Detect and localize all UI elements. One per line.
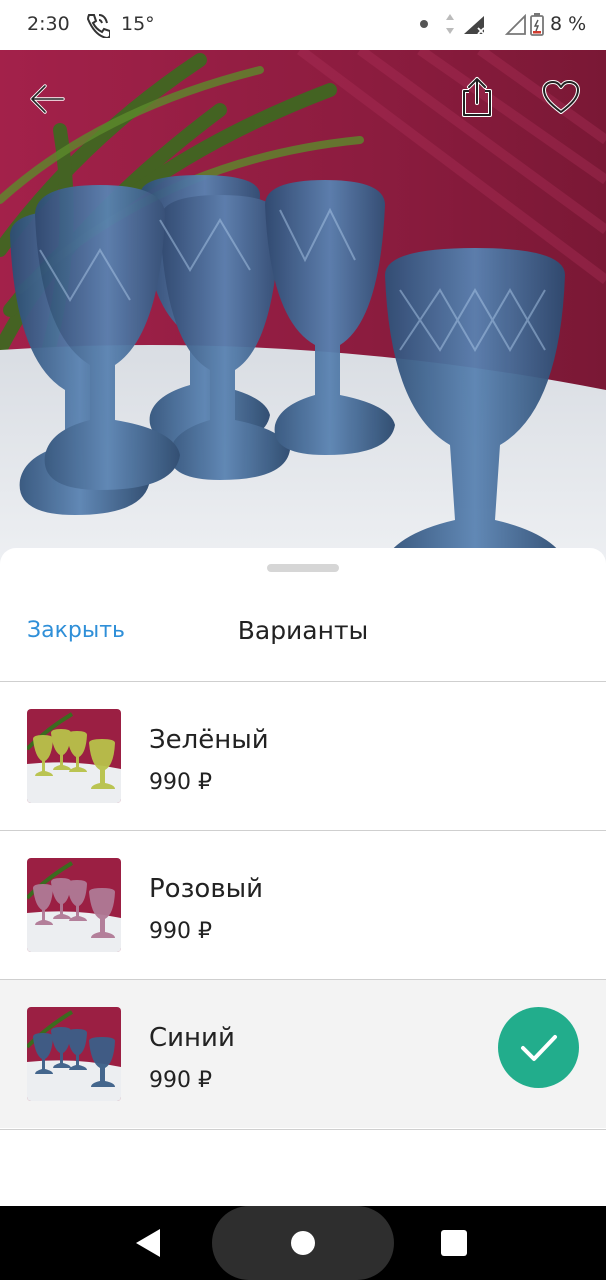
nav-home-icon <box>291 1231 315 1255</box>
variant-name: Синий <box>149 1023 235 1053</box>
selected-check-icon <box>498 1007 579 1088</box>
variant-price: 990 ₽ <box>149 770 212 795</box>
variant-name: Зелёный <box>149 725 269 755</box>
status-bar: 2:30 15° 8 % <box>0 0 606 50</box>
product-image <box>0 50 606 570</box>
back-arrow-icon[interactable] <box>24 76 70 122</box>
variant-thumbnail <box>27 709 121 803</box>
variant-thumbnail <box>27 858 121 952</box>
divider <box>0 1129 606 1130</box>
status-battery: 8 % <box>550 13 587 35</box>
share-icon[interactable] <box>452 72 502 122</box>
battery-icon <box>530 12 544 40</box>
status-time: 2:30 <box>27 13 70 35</box>
phone-call-icon <box>84 12 111 42</box>
system-nav-bar <box>0 1206 606 1280</box>
status-temperature: 15° <box>121 13 155 35</box>
nav-back-icon[interactable] <box>132 1226 162 1264</box>
variant-name: Розовый <box>149 874 264 904</box>
variant-item-pink[interactable]: Розовый 990 ₽ <box>0 831 606 979</box>
variants-sheet: Варианты Закрыть Зелёный 990 ₽ Розовый 9… <box>0 548 606 1206</box>
sheet-drag-handle[interactable] <box>267 564 339 572</box>
signal-empty-icon <box>504 13 527 40</box>
dot-icon <box>420 20 428 28</box>
nav-recents-icon[interactable] <box>441 1230 467 1256</box>
variant-price: 990 ₽ <box>149 1068 212 1093</box>
variant-item-green[interactable]: Зелёный 990 ₽ <box>0 682 606 830</box>
variant-thumbnail <box>27 1007 121 1101</box>
close-button[interactable]: Закрыть <box>27 618 125 643</box>
signal-icon <box>462 14 486 40</box>
nav-home-button[interactable] <box>212 1206 394 1280</box>
heart-icon[interactable] <box>536 72 586 122</box>
variant-price: 990 ₽ <box>149 919 212 944</box>
data-arrows-icon <box>444 12 456 40</box>
variant-item-blue[interactable]: Синий 990 ₽ <box>0 980 606 1128</box>
